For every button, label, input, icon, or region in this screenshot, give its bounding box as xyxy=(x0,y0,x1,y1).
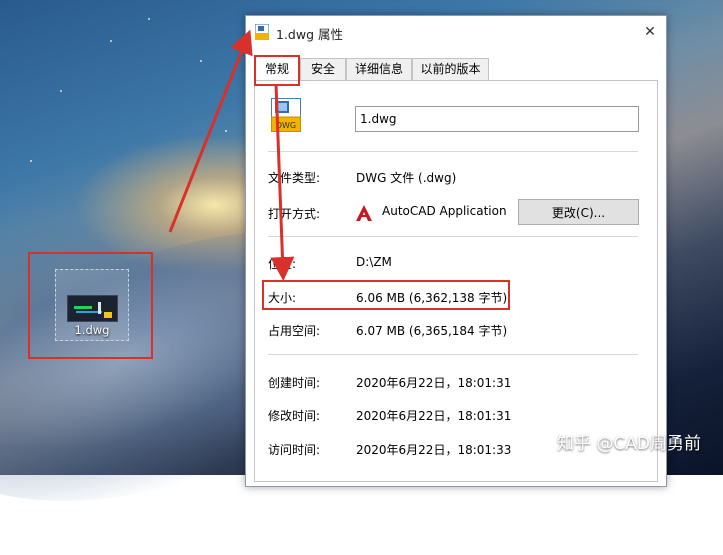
arrow-to-title xyxy=(168,29,253,233)
arrow-to-size xyxy=(270,83,295,281)
annotation-arrows xyxy=(168,29,295,281)
watermark: 知乎 @CAD周勇前 xyxy=(557,434,701,454)
